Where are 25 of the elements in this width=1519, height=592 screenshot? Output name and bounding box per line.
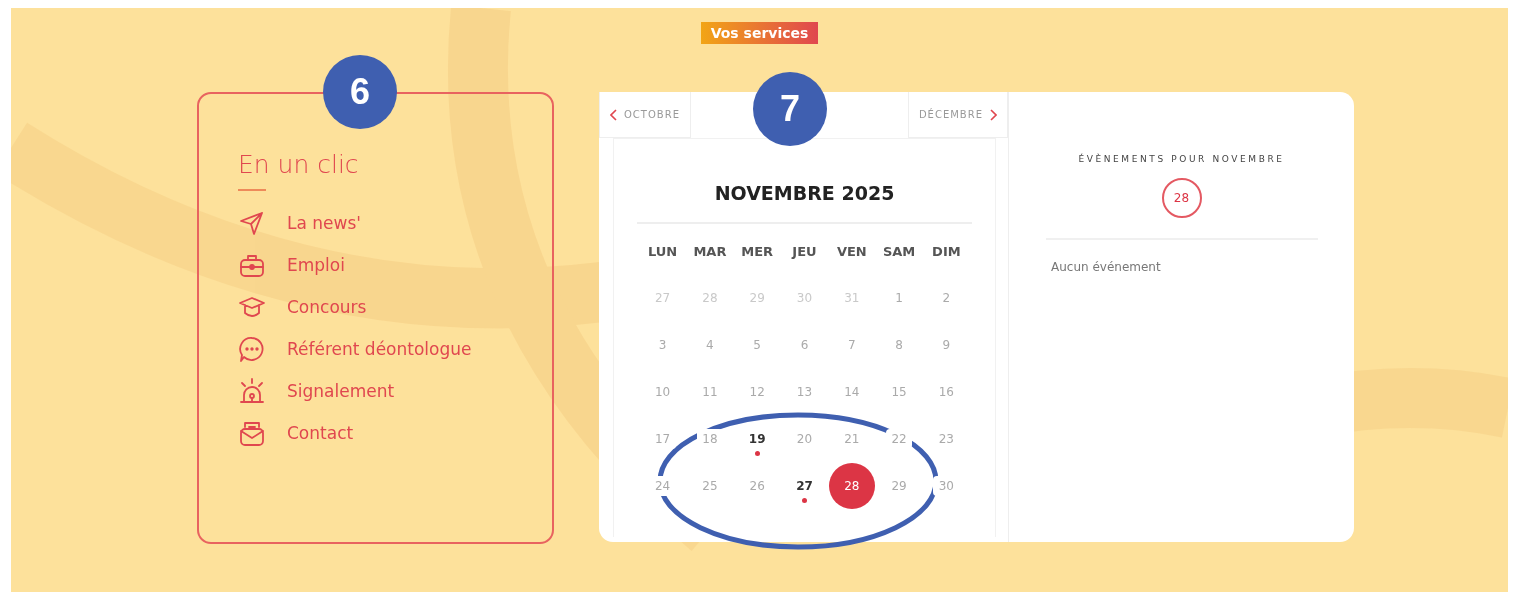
quick-link[interactable]: La news' — [287, 213, 361, 233]
next-month-button[interactable]: DÉCEMBRE — [907, 92, 1008, 138]
weekday-label: JEU — [792, 244, 817, 261]
calendar-day[interactable]: 22 — [886, 428, 913, 449]
previous-month-button[interactable]: OCTOBRE — [599, 92, 691, 138]
card-title: En un clic — [238, 150, 360, 179]
month-title: NOVEMBRE 2025 — [714, 182, 895, 204]
quick-link[interactable]: Référent déontologue — [287, 339, 472, 359]
quick-link[interactable]: Contact — [287, 423, 354, 443]
step-number-badge: 6 — [323, 55, 397, 129]
weekday-label: MER — [741, 244, 774, 261]
weekday-label: DIM — [932, 244, 961, 261]
calendar-day[interactable]: 28 — [828, 462, 875, 509]
no-events-text: Aucun événement — [1051, 260, 1161, 274]
quick-link[interactable]: Signalement — [287, 381, 395, 401]
weekday-label: MAR — [693, 244, 727, 261]
step-number-badge: 7 — [753, 72, 827, 146]
weekday-label: SAM — [882, 244, 916, 261]
events-heading: ÉVÈNEMENTS POUR NOVEMBRE — [1078, 154, 1285, 164]
quick-link[interactable]: Emploi — [287, 255, 345, 275]
section-title-banner: Vos services — [700, 22, 819, 44]
weekday-label: VEN — [836, 244, 867, 261]
selected-day-badge: 28 — [1161, 178, 1202, 218]
quick-link[interactable]: Concours — [287, 297, 367, 317]
weekday-label: LUN — [647, 244, 678, 261]
